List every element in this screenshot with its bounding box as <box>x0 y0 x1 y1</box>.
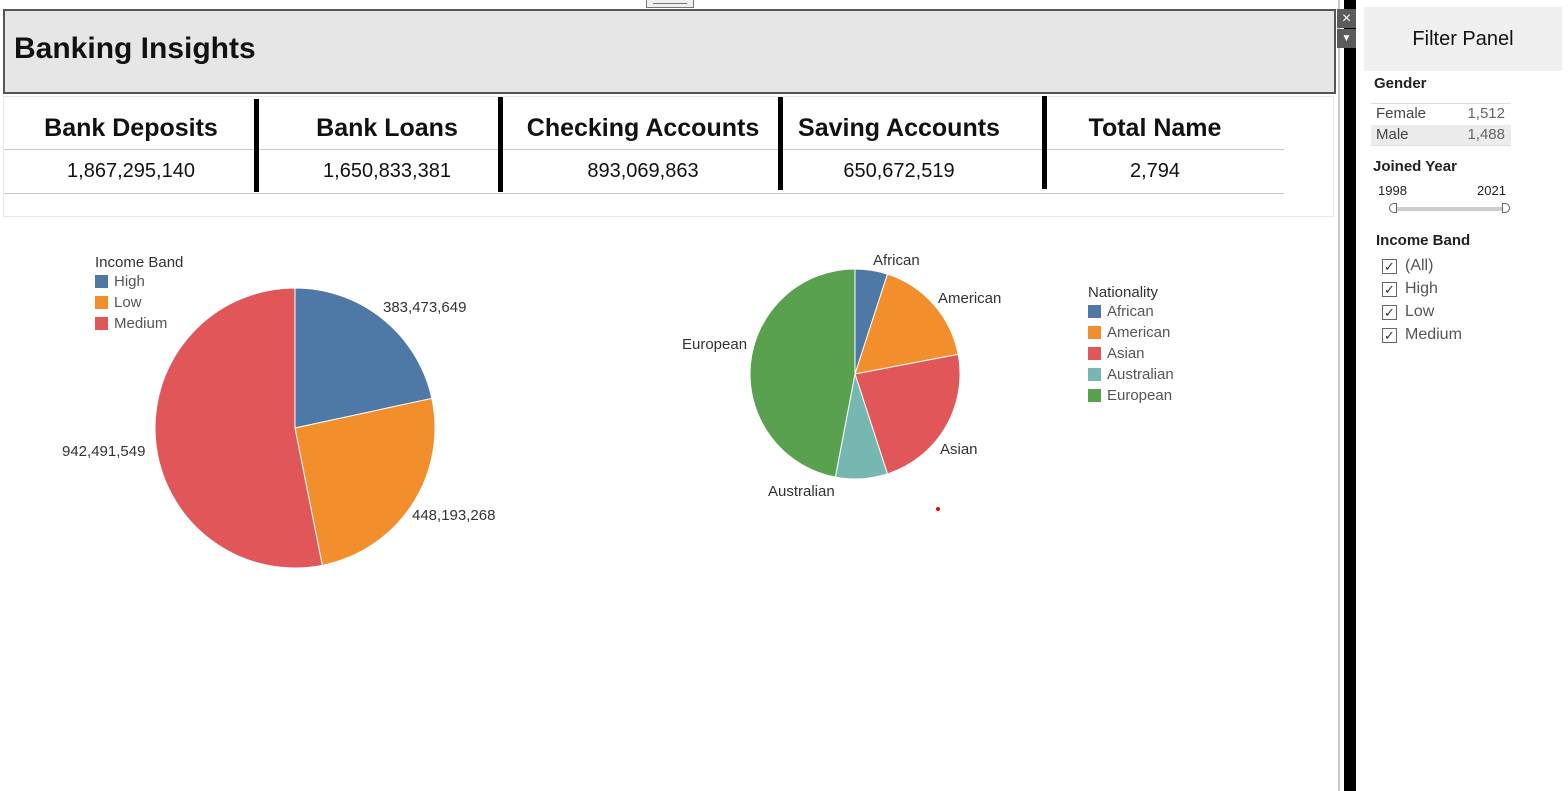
slice-label-australian: Australian <box>768 483 835 500</box>
checkbox-checked-icon[interactable]: ✓ <box>1382 281 1397 297</box>
kpi-value-bank-loans: 1,650,833,381 <box>323 160 451 182</box>
joined-year-filter-label: Joined Year <box>1373 158 1457 175</box>
kpi-divider <box>4 193 1284 194</box>
year-slider-max-handle[interactable] <box>1502 203 1510 213</box>
legend-swatch <box>1088 368 1101 381</box>
legend-item-australian[interactable]: Australian <box>1088 364 1174 385</box>
pie-slice-european[interactable] <box>749 268 856 478</box>
panel-strip <box>1344 0 1356 791</box>
income-band-pie-chart[interactable] <box>150 283 440 573</box>
kpi-value-bank-deposits: 1,867,295,140 <box>67 160 195 182</box>
kpi-value-saving-accounts: 650,672,519 <box>843 160 955 182</box>
income-option-high[interactable]: ✓ High <box>1382 278 1438 300</box>
checkbox-checked-icon[interactable]: ✓ <box>1382 304 1397 320</box>
kpi-separator <box>498 97 503 192</box>
kpi-separator <box>1042 96 1047 189</box>
slice-label-american: American <box>938 290 1002 307</box>
legend-item-european[interactable]: European <box>1088 385 1174 406</box>
slice-label-low: 448,193,268 <box>412 507 496 524</box>
legend-swatch <box>95 275 108 288</box>
gender-filter-label: Gender <box>1374 75 1427 92</box>
checkbox-checked-icon[interactable]: ✓ <box>1382 258 1397 274</box>
legend-item-american[interactable]: American <box>1088 322 1174 343</box>
joined-year-min: 1998 <box>1378 183 1407 198</box>
legend-title: Income Band <box>95 254 184 271</box>
legend-item-african[interactable]: African <box>1088 301 1174 322</box>
kpi-divider <box>4 149 1284 150</box>
filter-panel-title: Filter Panel <box>1364 7 1562 71</box>
drag-handle[interactable] <box>646 0 694 8</box>
income-option-medium[interactable]: ✓ Medium <box>1382 324 1462 346</box>
kpi-value-checking-accounts: 893,069,863 <box>587 160 699 182</box>
income-band-filter-label: Income Band <box>1376 232 1471 249</box>
legend-swatch <box>1088 326 1101 339</box>
kpi-separator <box>778 97 783 190</box>
page-title: Banking Insights <box>14 32 256 65</box>
kpi-title-total-name: Total Name <box>1088 114 1222 142</box>
slice-label-african: African <box>873 252 920 269</box>
kpi-title-bank-loans: Bank Loans <box>316 114 458 142</box>
checkbox-checked-icon[interactable]: ✓ <box>1382 327 1397 343</box>
slice-label-high: 383,473,649 <box>383 299 467 316</box>
legend-swatch <box>95 296 108 309</box>
kpi-title-checking-accounts: Checking Accounts <box>526 114 760 142</box>
gender-row-female[interactable]: Female 1,512 <box>1371 104 1511 124</box>
income-option-all[interactable]: ✓ (All) <box>1382 255 1433 277</box>
legend-swatch <box>95 317 108 330</box>
dropdown-arrow-icon[interactable]: ▼ <box>1337 29 1356 48</box>
close-icon[interactable]: × <box>1337 9 1356 28</box>
kpi-separator <box>254 99 259 192</box>
year-slider-min-handle[interactable] <box>1389 203 1397 213</box>
legend-swatch <box>1088 389 1101 402</box>
kpi-title-bank-deposits: Bank Deposits <box>44 114 218 142</box>
joined-year-max: 2021 <box>1477 183 1506 198</box>
panel-divider <box>1338 0 1340 791</box>
marker-dot <box>936 507 940 511</box>
legend-swatch <box>1088 347 1101 360</box>
kpi-title-saving-accounts: Saving Accounts <box>798 114 1000 142</box>
slice-label-european: European <box>682 336 748 353</box>
legend-item-asian[interactable]: Asian <box>1088 343 1174 364</box>
divider <box>1371 145 1511 146</box>
gender-row-male[interactable]: Male 1,488 <box>1371 125 1511 145</box>
nationality-pie-chart[interactable] <box>745 266 965 486</box>
kpi-value-total-name: 2,794 <box>1129 160 1181 182</box>
year-slider-track[interactable] <box>1392 207 1506 211</box>
slice-label-medium: 942,491,549 <box>62 443 146 460</box>
legend-title: Nationality <box>1088 284 1159 301</box>
slice-label-asian: Asian <box>940 441 978 458</box>
legend-swatch <box>1088 305 1101 318</box>
nationality-legend: Nationality African American Asian Austr… <box>1088 284 1174 406</box>
income-option-low[interactable]: ✓ Low <box>1382 301 1434 323</box>
